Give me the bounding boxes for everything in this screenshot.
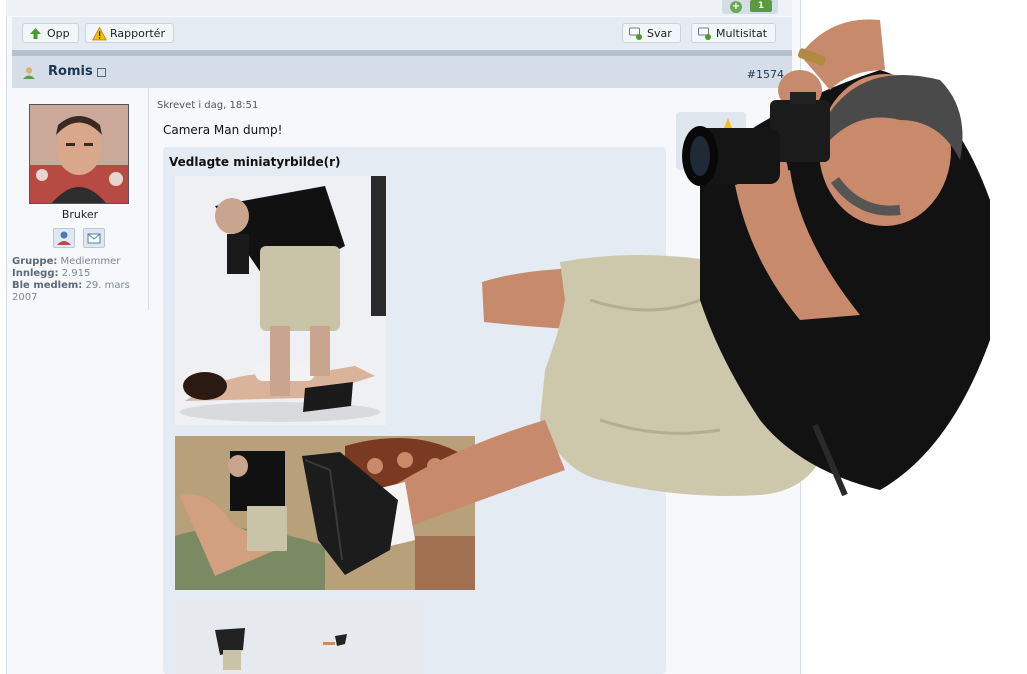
post-header: Romis #1574 — [12, 56, 792, 88]
send-message-icon[interactable] — [83, 228, 105, 248]
attachments-title: Vedlagte miniatyrbilde(r) — [169, 155, 341, 169]
joined-label: Ble medlem: — [12, 280, 83, 291]
user-meta: Gruppe: Medlemmer Innlegg: 2.915 Ble med… — [12, 256, 148, 304]
attachment-thumbnail[interactable] — [175, 600, 425, 674]
post-number[interactable]: #1574 — [747, 68, 784, 81]
arrow-up-icon — [30, 28, 41, 39]
profile-card-icon[interactable] — [53, 228, 75, 248]
multiquote-button[interactable]: Multisitat — [691, 23, 777, 43]
thumbnail-photo-3 — [175, 600, 425, 674]
posts-value: 2.915 — [61, 268, 91, 279]
external-link-icon[interactable] — [97, 68, 106, 77]
up-button-label: Opp — [47, 27, 70, 40]
avatar[interactable] — [29, 104, 129, 204]
report-button[interactable]: Rapportér — [85, 23, 174, 43]
post-body: Camera Man dump! — [163, 123, 283, 137]
star-icon — [714, 118, 742, 146]
thumbnail-photo-2 — [175, 436, 475, 590]
attachments-box: Vedlagte miniatyrbilde(r) — [163, 147, 666, 674]
group-value: Medlemmer — [60, 256, 121, 267]
warning-icon — [92, 27, 107, 41]
post-timestamp: Skrevet i dag, 18:51 — [157, 100, 259, 111]
attachment-thumbnail[interactable] — [175, 436, 475, 590]
user-icon — [23, 67, 35, 79]
reply-button-label: Svar — [647, 27, 672, 40]
post-action-bar: Opp Rapportér Svar Multisitat — [12, 17, 792, 50]
avatar-image — [30, 105, 128, 203]
plus-circle-icon[interactable]: + — [730, 1, 742, 13]
up-button[interactable]: Opp — [22, 23, 79, 43]
posts-label: Innlegg: — [12, 268, 59, 279]
group-label: Gruppe: — [12, 256, 58, 267]
author-sidebar: Bruker Gruppe: Medlemmer Innlegg: 2.915 … — [12, 88, 149, 310]
multiquote-button-label: Multisitat — [716, 27, 768, 40]
top-strip — [6, 0, 792, 16]
report-button-label: Rapportér — [110, 27, 165, 40]
reputation-badge — [676, 112, 746, 170]
user-role: Bruker — [61, 208, 99, 221]
reply-bubble-icon — [629, 27, 642, 40]
attachment-thumbnail[interactable] — [175, 176, 386, 425]
vote-count: 1 — [750, 0, 772, 12]
multiquote-icon — [698, 27, 711, 40]
post-author[interactable]: Romis — [48, 64, 93, 79]
thumbnail-photo-1 — [175, 176, 386, 425]
reply-button[interactable]: Svar — [622, 23, 681, 43]
reputation-vote: + 1 — [722, 0, 778, 14]
